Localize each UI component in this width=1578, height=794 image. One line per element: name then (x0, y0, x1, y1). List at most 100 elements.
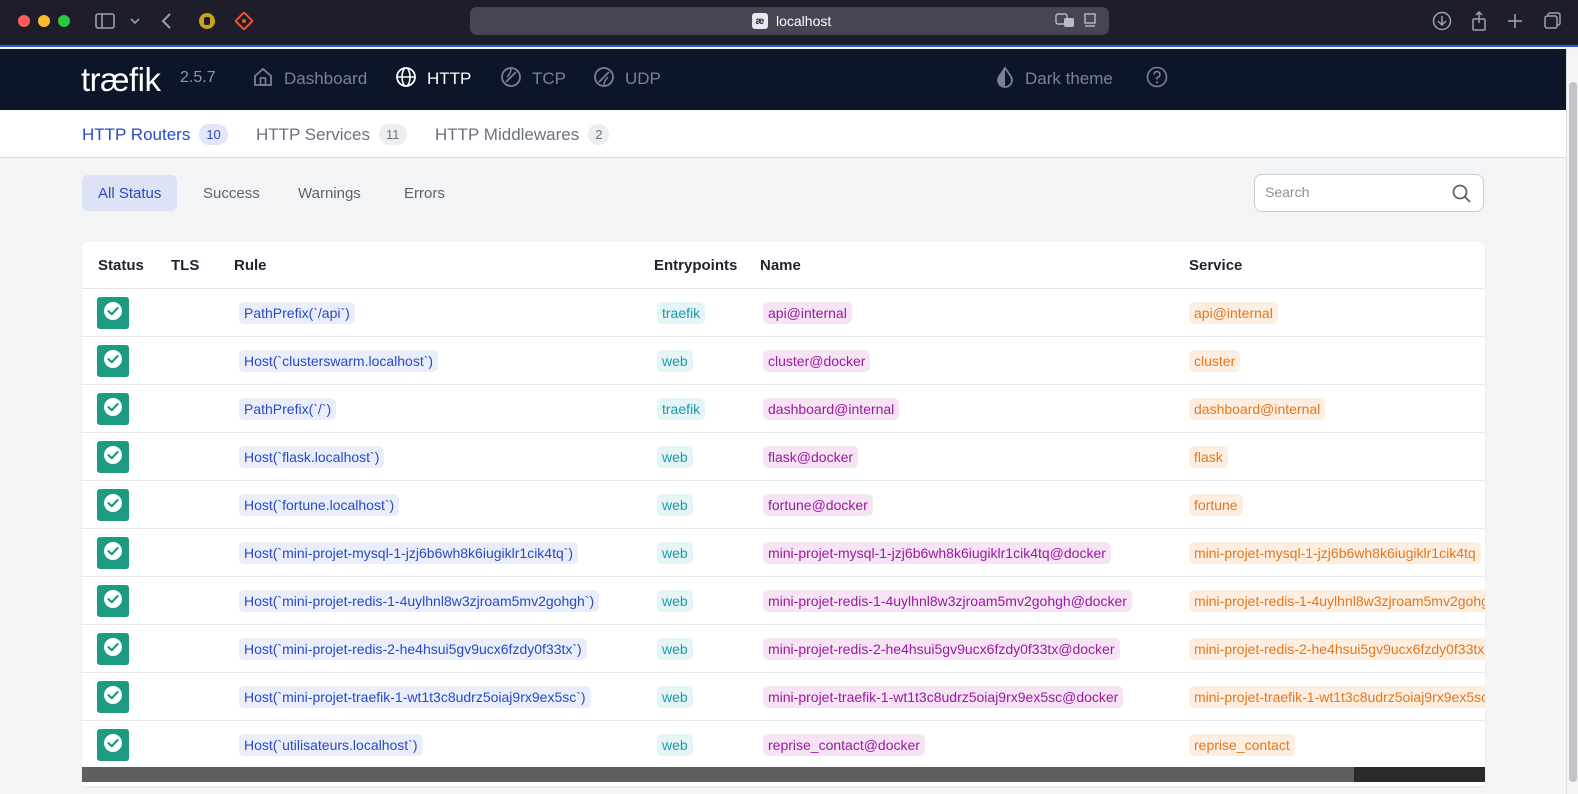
service-chip: mini-projet-redis-1-4uylhnl8w3zjroam5mv2… (1189, 590, 1485, 612)
vertical-scrollbar[interactable] (1566, 49, 1578, 794)
nav-dashboard[interactable]: Dashboard (252, 64, 367, 94)
service-chip: mini-projet-mysql-1-jzj6b6wh8k6iugiklr1c… (1189, 542, 1481, 564)
nav-udp-label: UDP (625, 69, 661, 88)
rule-chip: Host(`fortune.localhost`) (239, 494, 400, 516)
router-name-chip: cluster@docker (763, 350, 871, 372)
reader-mode-icon[interactable] (1083, 12, 1097, 33)
entrypoint-chip: web (657, 542, 693, 564)
nav-udp[interactable]: UDP (593, 64, 661, 94)
nav-dashboard-label: Dashboard (284, 69, 368, 88)
help-button[interactable] (1146, 64, 1168, 94)
filter-errors[interactable]: Errors (388, 175, 461, 211)
new-tab-icon[interactable] (1504, 10, 1526, 32)
share-icon[interactable] (1468, 10, 1490, 32)
routers-table: Status TLS Rule Entrypoints Name Service… (82, 242, 1485, 786)
tab-http-services[interactable]: HTTP Services 11 (256, 124, 407, 145)
filter-all-status[interactable]: All Status (82, 175, 178, 211)
service-chip: flask (1189, 446, 1228, 468)
check-circle-icon (103, 637, 123, 662)
traefik-logo[interactable]: træfik (81, 61, 161, 99)
status-success-badge (97, 393, 129, 425)
downloads-icon[interactable] (1431, 10, 1453, 32)
app-navbar: træfik 2.5.7 Dashboard HTTP TCP UDP Dark… (0, 49, 1566, 110)
back-arrow-icon[interactable] (156, 10, 178, 32)
chevron-down-icon[interactable] (124, 10, 146, 32)
table-row[interactable]: Host(`mini-projet-redis-1-4uylhnl8w3zjro… (82, 577, 1485, 625)
service-chip: mini-projet-traefik-1-wt1t3c8udrz5oiaj9r… (1189, 686, 1485, 708)
status-success-badge (97, 585, 129, 617)
column-header-status[interactable]: Status (98, 257, 144, 274)
check-circle-icon (103, 685, 123, 710)
router-name-chip: mini-projet-traefik-1-wt1t3c8udrz5oiaj9r… (763, 686, 1124, 708)
router-name-chip: flask@docker (763, 446, 859, 468)
entrypoint-chip: web (657, 590, 693, 612)
router-name-chip: fortune@docker (763, 494, 873, 516)
rule-chip: Host(`mini-projet-redis-1-4uylhnl8w3zjro… (239, 590, 600, 612)
scrollbar-thumb[interactable] (82, 767, 1354, 782)
contrast-drop-icon (995, 65, 1015, 93)
check-circle-icon (103, 397, 123, 422)
status-success-badge (97, 537, 129, 569)
service-chip: mini-projet-redis-2-he4hsui5gv9ucx6fzdy0… (1189, 638, 1485, 660)
check-circle-icon (103, 589, 123, 614)
horizontal-scrollbar[interactable] (82, 767, 1485, 782)
status-success-badge (97, 441, 129, 473)
column-header-service[interactable]: Service (1189, 257, 1242, 274)
tab-http-middlewares[interactable]: HTTP Middlewares 2 (435, 124, 610, 145)
nav-http[interactable]: HTTP (395, 64, 471, 94)
table-header: Status TLS Rule Entrypoints Name Service (82, 242, 1485, 289)
table-row[interactable]: Host(`mini-projet-traefik-1-wt1t3c8udrz5… (82, 673, 1485, 721)
check-circle-icon (103, 493, 123, 518)
filter-success[interactable]: Success (187, 175, 276, 211)
close-window-button[interactable] (18, 15, 30, 27)
search-input[interactable] (1265, 184, 1445, 200)
address-bar[interactable]: æ localhost (470, 7, 1109, 35)
rule-chip: Host(`mini-projet-redis-2-he4hsui5gv9ucx… (239, 638, 587, 660)
status-success-badge (97, 729, 129, 761)
tab-http-middlewares-label: HTTP Middlewares (435, 124, 580, 144)
url-text: localhost (776, 13, 832, 29)
status-success-badge (97, 681, 129, 713)
rule-chip: Host(`mini-projet-mysql-1-jzj6b6wh8k6iug… (239, 542, 579, 564)
table-row[interactable]: Host(`fortune.localhost`) web fortune@dock… (82, 481, 1485, 529)
home-icon (252, 66, 274, 93)
search-icon[interactable] (1452, 184, 1471, 208)
status-success-badge (97, 297, 129, 329)
extension-git-icon[interactable] (233, 10, 255, 32)
table-row[interactable]: Host(`mini-projet-mysql-1-jzj6b6wh8k6iug… (82, 529, 1485, 577)
maximize-window-button[interactable] (58, 15, 70, 27)
tab-overview-icon[interactable] (1542, 10, 1564, 32)
dark-theme-toggle[interactable]: Dark theme (995, 64, 1113, 94)
column-header-rule[interactable]: Rule (234, 257, 267, 274)
table-row[interactable]: Host(`utilisateurs.localhost`) web reprise… (82, 721, 1485, 769)
check-circle-icon (103, 445, 123, 470)
check-circle-icon (103, 301, 123, 326)
minimize-window-button[interactable] (38, 15, 50, 27)
resource-tabs: HTTP Routers 10 HTTP Services 11 HTTP Mi… (0, 110, 1566, 158)
translate-icon[interactable] (1055, 12, 1075, 33)
entrypoint-chip: web (657, 686, 693, 708)
rule-chip: Host(`mini-projet-traefik-1-wt1t3c8udrz5… (239, 686, 591, 708)
dark-theme-label: Dark theme (1025, 69, 1113, 88)
entrypoint-chip: web (657, 446, 693, 468)
service-chip: api@internal (1189, 302, 1278, 324)
rule-chip: Host(`utilisateurs.localhost`) (239, 734, 423, 756)
extension-shield-icon[interactable] (196, 10, 218, 32)
tab-http-routers[interactable]: HTTP Routers 10 (82, 124, 228, 145)
column-header-name[interactable]: Name (760, 257, 801, 274)
table-row[interactable]: PathPrefix(`/api`) traefik api@internal api… (82, 289, 1485, 337)
rule-chip: Host(`flask.localhost`) (239, 446, 385, 468)
status-success-badge (97, 345, 129, 377)
vertical-scrollbar-thumb[interactable] (1569, 82, 1577, 782)
sidebar-toggle-icon[interactable] (94, 10, 116, 32)
column-header-tls[interactable]: TLS (171, 257, 199, 274)
router-name-chip: mini-projet-redis-1-4uylhnl8w3zjroam5mv2… (763, 590, 1132, 612)
udp-icon (593, 66, 615, 93)
table-row[interactable]: Host(`clusterswarm.localhost`) web cluster… (82, 337, 1485, 385)
filter-warnings[interactable]: Warnings (282, 175, 377, 211)
table-row[interactable]: Host(`mini-projet-redis-2-he4hsui5gv9ucx… (82, 625, 1485, 673)
table-row[interactable]: Host(`flask.localhost`) web flask@docker fl… (82, 433, 1485, 481)
table-row[interactable]: PathPrefix(`/`) traefik dashboard@internal… (82, 385, 1485, 433)
column-header-entrypoints[interactable]: Entrypoints (654, 257, 737, 274)
nav-tcp[interactable]: TCP (500, 64, 566, 94)
